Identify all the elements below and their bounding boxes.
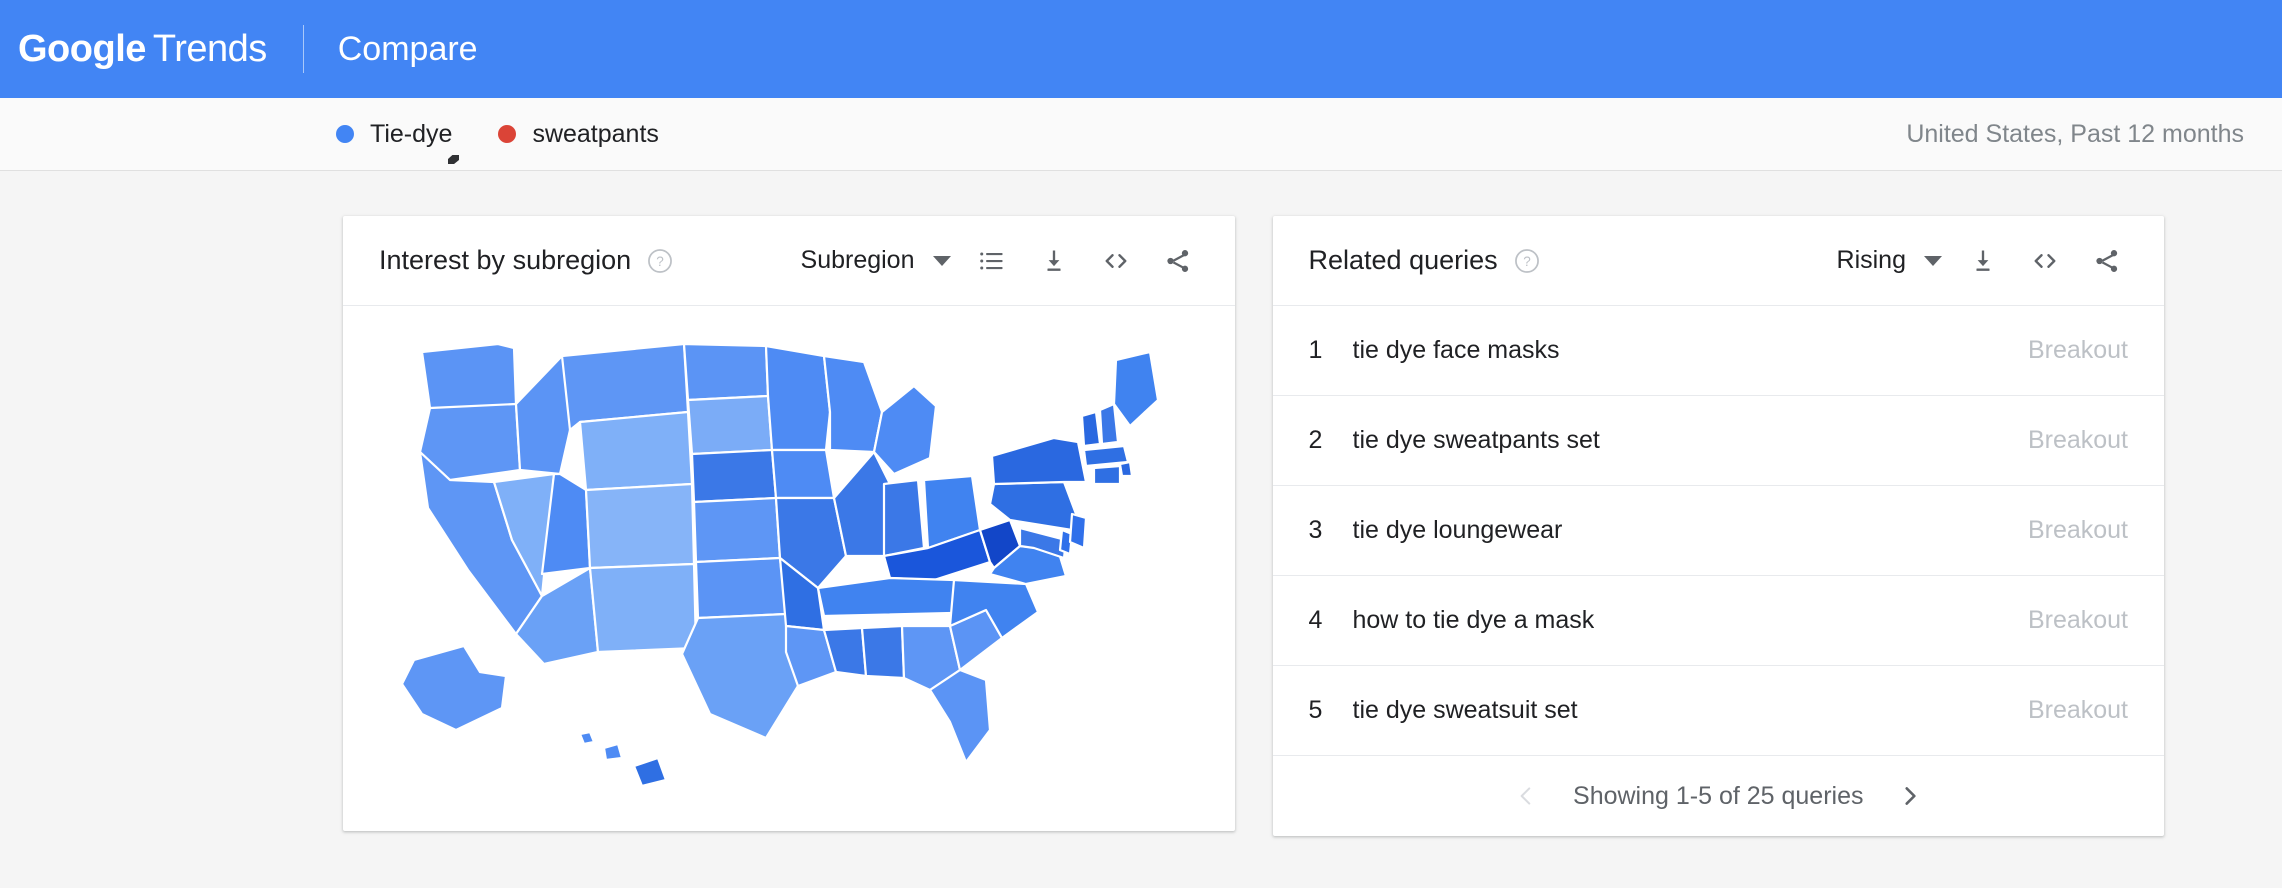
- state-HI: [632, 756, 667, 787]
- state-ME: [1112, 350, 1159, 427]
- state-MN: [764, 344, 831, 451]
- state-AL: [860, 624, 905, 679]
- state-VT: [1080, 410, 1101, 447]
- state-HI: [578, 730, 595, 745]
- chevron-down-icon: [1924, 255, 1942, 266]
- table-row[interactable]: 5 tie dye sweatsuit set Breakout: [1272, 666, 2164, 756]
- state-NH: [1098, 402, 1119, 445]
- legend-label: sweatpants: [532, 119, 659, 148]
- query-value: Breakout: [2027, 606, 2128, 634]
- state-OK: [694, 556, 787, 619]
- state-CT: [1092, 464, 1121, 485]
- state-IN: [882, 478, 925, 557]
- subregion-card-title: Interest by subregion: [379, 245, 632, 275]
- query-text: tie dye sweatpants set: [1352, 426, 1600, 454]
- legend-bar: Tie-dye sweatpants United States, Past 1…: [0, 98, 2282, 171]
- state-ND: [682, 342, 769, 401]
- google-trends-logo[interactable]: Google Trends: [18, 28, 267, 71]
- queries-card-header: Related queries ? Rising: [1272, 216, 2164, 306]
- table-row[interactable]: 3 tie dye loungewear Breakout: [1272, 486, 2164, 576]
- state-RI: [1118, 460, 1133, 477]
- query-value: Breakout: [2027, 426, 2128, 454]
- state-SD: [686, 394, 773, 455]
- query-text: how to tie dye a mask: [1352, 606, 1595, 634]
- logo-trends-text: Trends: [152, 27, 267, 70]
- chevron-left-icon[interactable]: [1505, 775, 1547, 817]
- queries-sort-select[interactable]: Rising: [1831, 246, 1952, 275]
- chevron-right-icon[interactable]: [1889, 775, 1931, 817]
- query-rank: 3: [1308, 516, 1323, 544]
- legend-dot-icon: [498, 125, 517, 143]
- table-row[interactable]: 4 how to tie dye a mask Breakout: [1272, 576, 2164, 666]
- svg-text:?: ?: [656, 253, 664, 268]
- queries-card-tools: Rising: [1831, 230, 2138, 292]
- query-rank: 2: [1308, 426, 1323, 454]
- queries-pagination: Showing 1-5 of 25 queries: [1273, 756, 2165, 836]
- query-text: tie dye sweatsuit set: [1352, 696, 1578, 724]
- table-row[interactable]: 1 tie dye face masks Breakout: [1272, 306, 2164, 396]
- download-icon[interactable]: [1952, 230, 2014, 292]
- table-row[interactable]: 2 tie dye sweatpants set Breakout: [1272, 396, 2164, 486]
- subregion-card-tools: Subregion: [795, 230, 1209, 292]
- download-icon[interactable]: [1023, 230, 1085, 292]
- legend-item-sweatpants[interactable]: sweatpants: [498, 119, 659, 149]
- subregion-select[interactable]: Subregion: [795, 246, 961, 275]
- state-MI: [872, 384, 937, 475]
- help-circle-icon[interactable]: ?: [647, 248, 673, 274]
- embed-code-icon[interactable]: [2014, 230, 2076, 292]
- filters-summary: United States, Past 12 months: [1906, 119, 2244, 148]
- legend-items: Tie-dye sweatpants: [336, 120, 659, 149]
- share-icon[interactable]: [1147, 230, 1209, 292]
- cards-row: Interest by subregion ? Subregion Relate…: [0, 216, 2282, 836]
- us-choropleth-map[interactable]: [343, 306, 1235, 831]
- state-NJ: [1068, 512, 1087, 549]
- page-title: Compare: [337, 29, 478, 68]
- state-KS: [692, 496, 781, 563]
- query-rank: 5: [1308, 696, 1323, 724]
- query-text: tie dye loungewear: [1352, 516, 1563, 544]
- content-area: Interest by subregion ? Subregion Relate…: [0, 171, 2282, 888]
- subregion-card-header: Interest by subregion ? Subregion: [343, 216, 1235, 306]
- interest-by-subregion-card: Interest by subregion ? Subregion: [343, 216, 1235, 831]
- state-IA: [770, 448, 835, 499]
- svg-text:?: ?: [1523, 253, 1531, 268]
- query-value: Breakout: [2027, 696, 2128, 724]
- share-icon[interactable]: [2076, 230, 2138, 292]
- state-FL: [928, 668, 991, 763]
- query-value: Breakout: [2027, 336, 2128, 364]
- queries-sort-value: Rising: [1836, 246, 1906, 274]
- logo-google-text: Google: [18, 27, 146, 70]
- state-NY: [990, 436, 1087, 485]
- legend-item-tie-dye[interactable]: Tie-dye: [336, 120, 452, 149]
- state-CO: [584, 482, 695, 569]
- list-view-icon[interactable]: [961, 230, 1023, 292]
- us-map-svg: [400, 342, 1159, 787]
- legend-label: Tie-dye: [370, 119, 453, 148]
- state-AK: [400, 644, 507, 731]
- state-WY: [578, 410, 693, 491]
- app-bar: Google Trends Compare: [0, 0, 2282, 103]
- queries-card-title: Related queries: [1308, 245, 1498, 275]
- legend-dot-icon: [336, 125, 354, 143]
- embed-code-icon[interactable]: [1085, 230, 1147, 292]
- state-TX: [680, 612, 799, 739]
- state-NE: [690, 448, 777, 503]
- pagination-text: Showing 1-5 of 25 queries: [1573, 781, 1864, 810]
- help-circle-icon[interactable]: ?: [1514, 248, 1540, 274]
- state-HI: [602, 742, 623, 761]
- chevron-down-icon: [932, 255, 951, 266]
- query-value: Breakout: [2027, 516, 2128, 544]
- query-rank: 1: [1308, 336, 1323, 364]
- state-WI: [822, 354, 883, 453]
- scrolled-content-sliver: [448, 155, 459, 164]
- state-WA: [420, 342, 517, 413]
- related-queries-card: Related queries ? Rising 1 tie dye face …: [1272, 216, 2165, 836]
- query-text: tie dye face masks: [1352, 336, 1560, 364]
- state-NM: [588, 562, 697, 653]
- state-IL: [832, 450, 891, 557]
- appbar-divider: [302, 25, 304, 73]
- query-rank: 4: [1308, 606, 1323, 634]
- subregion-select-value: Subregion: [800, 246, 915, 274]
